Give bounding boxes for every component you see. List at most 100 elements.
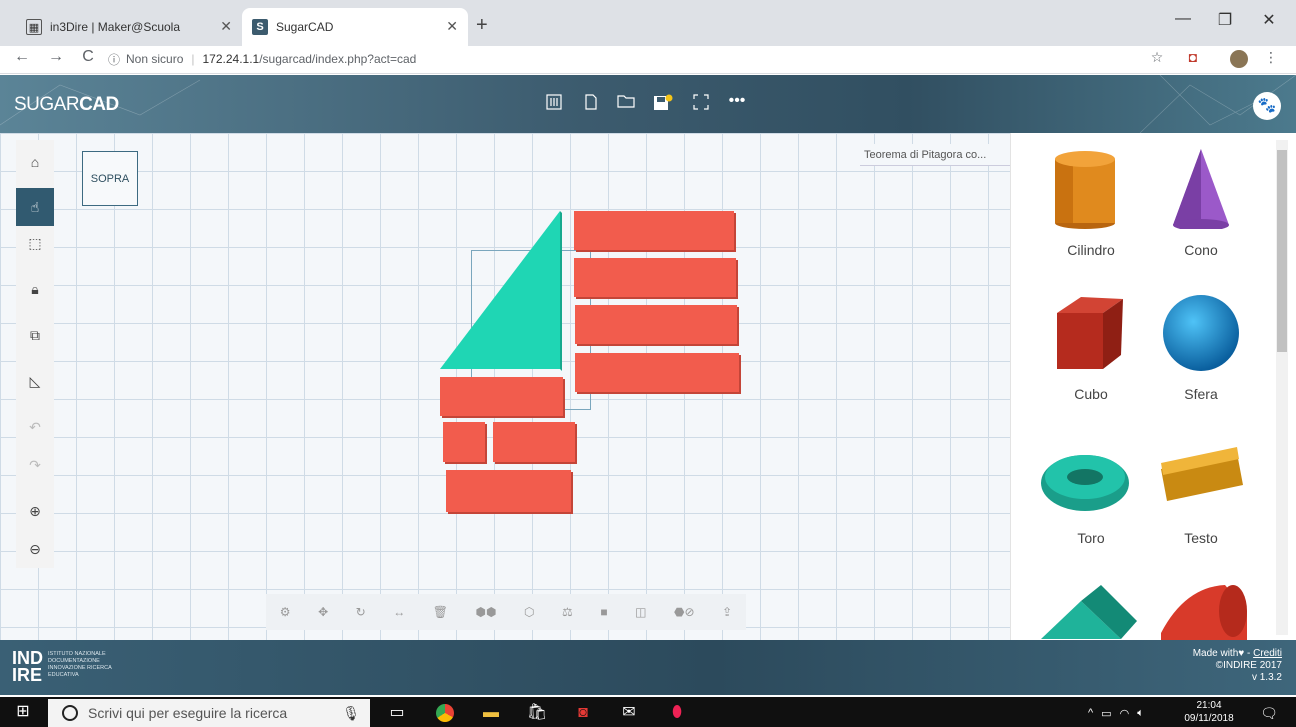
brick-shape[interactable] (493, 422, 575, 462)
subtract-icon[interactable]: ⬣⊘ (674, 605, 695, 619)
new-file-icon[interactable] (580, 94, 602, 114)
credits-link[interactable]: Crediti (1253, 648, 1282, 659)
lock-icon[interactable]: 🔒︎ (16, 270, 54, 308)
restore-icon[interactable]: ❐ (1210, 10, 1240, 30)
copyright-text: ©INDIRE 2017 (1215, 660, 1282, 671)
browser-tab-in3dire[interactable]: ▦ in3Dire | Maker@Scuola ✕ (16, 8, 242, 46)
tray-expand-icon[interactable]: ^ (1088, 707, 1093, 719)
brick-shape[interactable] (440, 377, 563, 416)
sugarcad-footer (0, 640, 1296, 695)
redo-icon[interactable]: ↷ (16, 446, 54, 484)
fullscreen-icon[interactable] (690, 94, 712, 114)
shape-cubo[interactable]: Cubo (1041, 293, 1141, 402)
url-input[interactable]: ⓘ Non sicuro | 172.24.1.1 /sugarcad/inde… (108, 48, 416, 70)
project-title[interactable]: Teorema di Pitagora co... (860, 144, 1010, 166)
align-icon[interactable]: ⚖ (562, 605, 573, 619)
open-folder-icon[interactable] (615, 94, 637, 114)
extension-shield-icon[interactable]: ◘ (1182, 49, 1204, 65)
home-view-icon[interactable]: ⌂ (16, 143, 54, 181)
prism-shape-icon[interactable] (1041, 581, 1141, 640)
url-separator: | (191, 52, 195, 66)
pan-hand-icon[interactable]: ☝ (16, 188, 54, 226)
bookmark-star-icon[interactable]: ☆ (1146, 49, 1168, 66)
minimize-icon[interactable]: — (1168, 10, 1198, 28)
edit-toolbar: ⚙ ✥ ↻ ↔ 🗑︎ ⬢⬢ ⬡ ⚖ ■ ◫ ⬣⊘ ⇪ (266, 594, 746, 630)
brick-shape[interactable] (446, 470, 571, 512)
brick-shape[interactable] (575, 305, 737, 344)
store-icon[interactable]: 🛍︎ (520, 700, 554, 726)
made-with-text: Made with (1192, 648, 1239, 659)
security-indicator: Non sicuro (126, 52, 184, 66)
notifications-icon[interactable]: 🗨︎ (1252, 700, 1286, 726)
hollow-icon[interactable]: ⬡ (524, 605, 534, 619)
settings-gear-icon[interactable]: ⚙ (280, 605, 291, 619)
delete-icon[interactable]: 🗑︎ (433, 605, 448, 619)
scale-icon[interactable]: ↔ (393, 605, 405, 619)
volume-icon[interactable]: 🔈︎ (1137, 707, 1144, 720)
shape-cono[interactable]: Cono (1151, 149, 1251, 258)
forward-arrow-icon[interactable]: → (44, 48, 68, 66)
wifi-icon[interactable]: ◠ (1120, 707, 1130, 720)
reload-icon[interactable]: C (76, 48, 100, 66)
triangle-shape[interactable] (438, 209, 564, 371)
export-icon[interactable]: ⇪ (722, 605, 732, 619)
taskbar-search-input[interactable]: Scrivi qui per eseguire la ricerca 🎙︎ (48, 699, 370, 727)
brick-shape[interactable] (574, 211, 734, 250)
shape-label: Testo (1184, 530, 1218, 546)
new-tab-button[interactable]: + (476, 14, 488, 37)
window-close-icon[interactable]: ✕ (1254, 10, 1284, 30)
chrome-app-icon[interactable] (428, 700, 462, 726)
windows-start-icon[interactable]: ⊞ (0, 697, 46, 727)
browser-tab-sugarcad[interactable]: S SugarCAD ✕ (242, 8, 468, 46)
intersect-icon[interactable]: ◫ (635, 605, 646, 619)
more-options-icon[interactable]: ••• (726, 92, 748, 112)
heart-icon: ♥ (1238, 648, 1245, 659)
box-select-icon[interactable]: ⬚ (16, 224, 54, 262)
tab-close-icon[interactable]: ✕ (446, 18, 458, 35)
duplicate-icon[interactable]: ⧉ (16, 316, 54, 354)
save-icon[interactable] (652, 94, 674, 114)
version-text: v 1.3.2 (1251, 672, 1282, 683)
shapes-scrollbar-thumb[interactable] (1277, 150, 1287, 352)
text-3d-icon (1161, 447, 1243, 501)
battery-icon[interactable]: ▭ (1101, 707, 1111, 720)
browser-menu-icon[interactable]: ⋮ (1260, 49, 1282, 66)
shape-cilindro[interactable]: Cilindro (1041, 149, 1141, 258)
move-icon[interactable]: ✥ (318, 605, 328, 619)
shape-toro[interactable]: Toro (1041, 439, 1141, 546)
ruler-triangle-icon[interactable]: ◺ (16, 362, 54, 400)
profile-avatar[interactable] (1230, 50, 1248, 68)
zoom-in-icon[interactable]: ⊕ (16, 492, 54, 530)
cortana-circle-icon (62, 705, 78, 721)
sphere-icon (1163, 295, 1239, 371)
back-arrow-icon[interactable]: ← (10, 48, 34, 66)
mixer-settings-icon[interactable] (543, 94, 565, 114)
sugarcad-favicon-icon: S (252, 19, 268, 35)
shape-label: Toro (1077, 530, 1105, 546)
tab-close-icon[interactable]: ✕ (220, 18, 232, 35)
mail-icon[interactable]: ✉ (612, 700, 646, 726)
maps-pin-icon[interactable]: ⬮ (660, 700, 694, 726)
shape-sfera[interactable]: Sfera (1151, 293, 1251, 402)
paw-menu-icon[interactable]: 🐾 (1253, 92, 1281, 120)
mcafee-icon[interactable]: ◙ (566, 700, 600, 726)
info-icon[interactable]: ⓘ (108, 51, 120, 68)
zoom-out-icon[interactable]: ⊖ (16, 530, 54, 568)
file-explorer-icon[interactable]: ▬ (474, 700, 508, 726)
cad-workspace[interactable] (0, 133, 1010, 640)
taskbar-clock[interactable]: 21:04 09/11/2018 (1176, 699, 1242, 725)
microphone-icon[interactable]: 🎙︎ (342, 705, 360, 722)
half-cylinder-shape-icon[interactable] (1155, 581, 1255, 640)
brick-shape[interactable] (575, 353, 739, 392)
undo-icon[interactable]: ↶ (16, 408, 54, 446)
group-icon[interactable]: ⬢⬢ (476, 605, 497, 619)
task-view-icon[interactable]: ▭ (380, 700, 414, 726)
brick-shape[interactable] (574, 258, 736, 297)
brick-shape[interactable] (443, 422, 485, 462)
shape-testo[interactable]: Testo (1151, 439, 1251, 546)
union-icon[interactable]: ■ (600, 605, 607, 619)
tab-title: in3Dire | Maker@Scuola (50, 20, 181, 34)
view-cube[interactable]: SOPRA (82, 151, 138, 206)
rotate-icon[interactable]: ↻ (356, 605, 366, 619)
sugarcad-logo: SUGARCAD (14, 94, 119, 115)
